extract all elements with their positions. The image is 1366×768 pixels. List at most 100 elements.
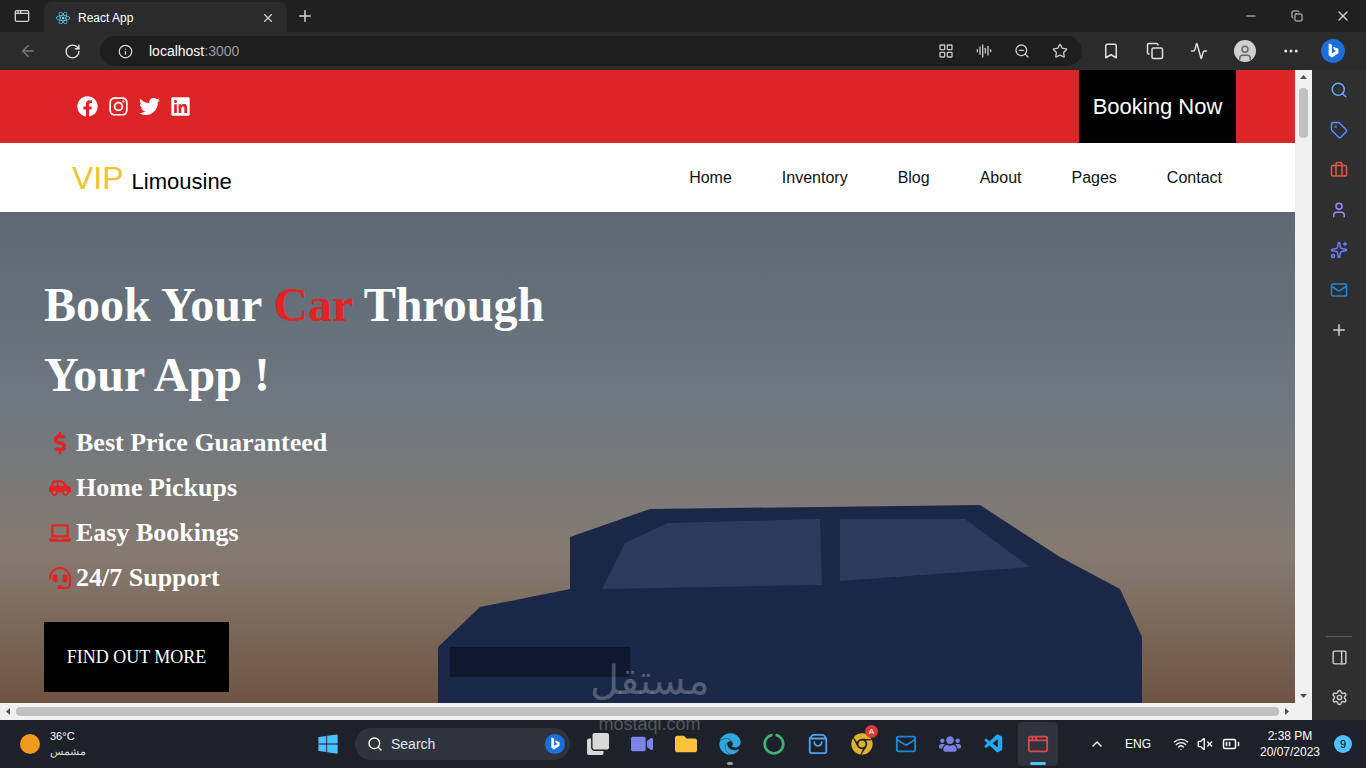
- taskbar-app[interactable]: [886, 722, 926, 766]
- feature-item: Best Price Guaranteed: [44, 420, 1295, 465]
- refresh-icon[interactable]: [64, 43, 81, 60]
- find-out-more-button[interactable]: FIND OUT MORE: [44, 622, 229, 692]
- desktop: React Applocalhost:3000Booking NowVIPLim…: [0, 0, 1366, 768]
- games-icon[interactable]: [1330, 201, 1348, 219]
- taskbar-search[interactable]: Search: [355, 728, 570, 760]
- snipping-icon: [1027, 733, 1049, 755]
- react-icon: [56, 11, 70, 25]
- scrollbar-thumb[interactable]: [16, 707, 1279, 716]
- browser-tab[interactable]: React App: [44, 2, 287, 34]
- dollar-icon: [49, 432, 71, 454]
- close-button[interactable]: [1320, 0, 1366, 32]
- instagram-icon[interactable]: [108, 96, 129, 117]
- edge-sidebar: [1312, 70, 1366, 720]
- hero-title: Book Your Car ThroughYour App !: [44, 270, 1295, 410]
- muted-speaker-icon[interactable]: [1197, 736, 1213, 752]
- profile-icon[interactable]: [1234, 40, 1256, 62]
- scroll-left-icon[interactable]: [2, 707, 14, 716]
- zoom-out-icon[interactable]: [1014, 43, 1030, 59]
- edge-icon: [719, 733, 741, 755]
- linkedin-icon[interactable]: [170, 96, 191, 117]
- store-icon: [807, 733, 829, 755]
- notification-badge[interactable]: 9: [1334, 735, 1352, 753]
- taskbar-app[interactable]: [666, 722, 706, 766]
- taskbar-app[interactable]: [578, 722, 618, 766]
- feature-item: Easy Bookings: [44, 510, 1295, 555]
- wifi-icon[interactable]: [1173, 736, 1189, 752]
- battery-icon[interactable]: [1222, 735, 1240, 753]
- copilot-icon[interactable]: [1330, 241, 1348, 259]
- restore-button[interactable]: [1274, 0, 1320, 32]
- taskbar-app[interactable]: A: [842, 722, 882, 766]
- vertical-scrollbar[interactable]: [1295, 70, 1312, 703]
- add-icon[interactable]: [1330, 321, 1348, 339]
- taskbar: 36°Cمشمس Search A ENG 2:38 PM20/07/2023 9: [0, 720, 1366, 768]
- minimize-icon: [1244, 9, 1258, 23]
- outlook-icon[interactable]: [1330, 281, 1348, 299]
- close-tab-icon[interactable]: [261, 11, 275, 25]
- taskbar-app[interactable]: [622, 722, 662, 766]
- feature-list: Best Price GuaranteedHome PickupsEasy Bo…: [44, 420, 1295, 600]
- taskbar-app[interactable]: [974, 722, 1014, 766]
- twitter-icon[interactable]: [139, 96, 160, 117]
- start-icon[interactable]: [317, 733, 339, 755]
- tab-actions-icon[interactable]: [14, 8, 30, 24]
- language[interactable]: ENG: [1125, 735, 1151, 753]
- taskbar-app[interactable]: [798, 722, 838, 766]
- scroll-down-icon[interactable]: [1299, 689, 1308, 703]
- scrollbar-thumb[interactable]: [1299, 88, 1308, 138]
- address-bar[interactable]: localhost:3000: [100, 36, 1082, 66]
- task-view-icon: [587, 733, 609, 755]
- new-tab-icon[interactable]: [296, 7, 314, 25]
- scroll-right-icon[interactable]: [1281, 707, 1293, 716]
- minimize-button[interactable]: [1228, 0, 1274, 32]
- sun-icon: [20, 734, 40, 754]
- apps-icon[interactable]: [938, 43, 954, 59]
- clock[interactable]: 2:38 PM20/07/2023: [1254, 728, 1326, 760]
- watermark: مستقلmostaql.com: [590, 656, 709, 736]
- collections-icon[interactable]: [1146, 42, 1164, 60]
- taskbar-app[interactable]: [754, 722, 794, 766]
- nav-link[interactable]: Inventory: [782, 166, 848, 190]
- close-icon: [1335, 8, 1351, 24]
- read-aloud-icon[interactable]: [976, 43, 992, 59]
- teams-icon: [939, 733, 961, 755]
- favorite-icon[interactable]: [1052, 43, 1068, 59]
- search-icon[interactable]: [1330, 81, 1348, 99]
- shopping-icon[interactable]: [1330, 121, 1348, 139]
- performance-icon[interactable]: [1190, 42, 1208, 60]
- folder-icon: [675, 733, 697, 755]
- nav-link[interactable]: Blog: [898, 166, 930, 190]
- logo[interactable]: VIPLimousine: [72, 154, 232, 202]
- taskbar-app[interactable]: [930, 722, 970, 766]
- site-info-icon[interactable]: [118, 44, 133, 59]
- back-icon[interactable]: [19, 42, 37, 60]
- taskbar-app[interactable]: [1018, 722, 1058, 766]
- navbar: VIPLimousine Home Inventory Blog About Pages C…: [0, 143, 1295, 212]
- more-icon[interactable]: [1282, 42, 1300, 60]
- sidebar-separator: [1326, 636, 1352, 637]
- nav-link[interactable]: Pages: [1071, 166, 1116, 190]
- settings-icon[interactable]: [1331, 689, 1348, 706]
- booking-button[interactable]: Booking Now: [1079, 70, 1236, 143]
- nav-link[interactable]: Home: [689, 166, 732, 190]
- horizontal-scrollbar[interactable]: [0, 703, 1312, 720]
- tab-bar: React App: [0, 0, 1366, 32]
- taskbar-app[interactable]: [710, 722, 750, 766]
- page: Booking Now VIPLimousine Home Inventory Blog…: [0, 70, 1295, 703]
- nav-link[interactable]: About: [980, 166, 1022, 190]
- hero: Book Your Car ThroughYour App !Best Pric…: [0, 212, 1295, 703]
- bing-icon: [1320, 38, 1346, 64]
- url: localhost:3000: [149, 41, 239, 62]
- restore-icon: [1291, 10, 1303, 22]
- hide-sidebar-icon[interactable]: [1331, 649, 1348, 666]
- weather-widget[interactable]: 36°Cمشمس: [0, 729, 308, 759]
- facebook-icon[interactable]: [77, 96, 98, 117]
- show-hidden-icons-icon[interactable]: [1089, 736, 1105, 752]
- running-indicator: [1030, 762, 1046, 765]
- app-icon: [763, 733, 785, 755]
- scroll-up-icon[interactable]: [1299, 70, 1308, 84]
- tools-icon[interactable]: [1330, 161, 1348, 179]
- favorites-icon[interactable]: [1102, 42, 1120, 60]
- nav-link[interactable]: Contact: [1167, 166, 1222, 190]
